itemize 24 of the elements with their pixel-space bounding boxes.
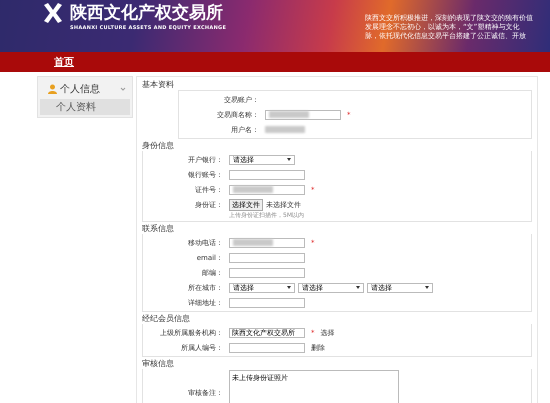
sidebar-item[interactable]: 个人资料 [40, 99, 130, 115]
chevron-icon[interactable] [120, 86, 126, 92]
section-title: 身份信息 [142, 141, 175, 151]
sidebar-heading[interactable]: 个人信息 [60, 82, 117, 96]
section-title: 审核信息 [142, 359, 175, 369]
form-title: 基本资料 [142, 79, 175, 90]
logo-title: 陕西文化产权交易所 [70, 3, 224, 24]
input-field[interactable] [229, 298, 305, 308]
section-title: 联系信息 [142, 224, 175, 234]
input-field[interactable] [229, 268, 305, 278]
person-icon [48, 84, 57, 94]
caret-icon [425, 286, 429, 289]
input-field[interactable] [229, 238, 305, 248]
caret-icon [287, 286, 291, 289]
caret-icon [356, 286, 360, 289]
input-field[interactable] [229, 252, 305, 262]
caret-icon [287, 158, 291, 161]
logo-icon [42, 3, 64, 23]
input-field[interactable] [265, 110, 341, 120]
input-field[interactable] [229, 170, 305, 180]
section-title: 经纪会员信息 [142, 314, 191, 324]
input-field[interactable] [229, 184, 305, 194]
input-field[interactable] [229, 342, 305, 352]
nav-link[interactable]: 首页 [52, 55, 76, 69]
